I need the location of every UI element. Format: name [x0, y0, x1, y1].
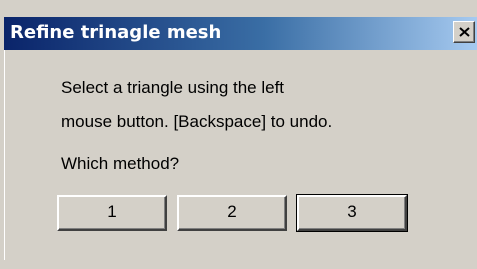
instruction-line-1: Select a triangle using the left — [61, 78, 285, 97]
dialog-bottom-edge — [0, 260, 477, 269]
method-2-button[interactable]: 2 — [177, 195, 287, 231]
method-3-button[interactable]: 3 — [296, 194, 408, 232]
title-bar[interactable]: Refine trinagle mesh — [4, 17, 477, 50]
refine-mesh-dialog: Refine trinagle mesh Select a triangle u… — [0, 0, 477, 269]
close-icon — [459, 27, 470, 37]
frame-edge — [4, 50, 5, 260]
instruction-line-2: mouse button. [Backspace] to undo. — [61, 112, 333, 131]
close-button[interactable] — [453, 21, 475, 43]
window-title: Refine trinagle mesh — [10, 22, 222, 43]
method-1-button[interactable]: 1 — [57, 195, 167, 231]
method-prompt: Which method? — [61, 154, 180, 173]
